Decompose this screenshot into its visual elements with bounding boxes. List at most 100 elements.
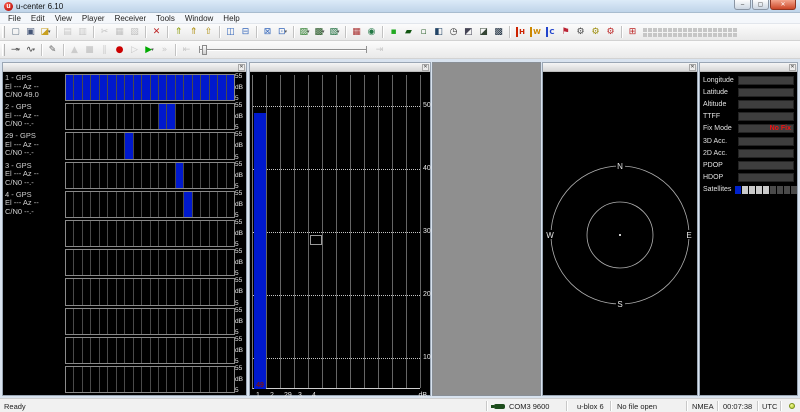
playback-slider-thumb[interactable] <box>202 45 207 55</box>
dropdown-arrow-icon[interactable]: ▾ <box>18 47 21 53</box>
data-field-value <box>738 100 794 109</box>
history-cell <box>74 75 82 100</box>
camera-view-icon[interactable]: ◉ <box>364 25 379 39</box>
open-file-icon[interactable]: ◪▾ <box>38 25 53 39</box>
print-preview-icon[interactable]: ▥ <box>75 25 90 39</box>
dropdown-arrow-icon[interactable]: ▾ <box>285 29 288 35</box>
copy-icon[interactable]: ▦ <box>112 25 127 39</box>
satellite-history-rows: 1 - GPSEl --- Az --C/N0 49.055dB52 - GPS… <box>3 73 246 394</box>
message-status-cell <box>733 28 737 32</box>
fast-forward-icon[interactable]: » <box>157 43 172 57</box>
tile-horizontal-icon[interactable]: ◫ <box>223 25 238 39</box>
map-view-icon[interactable]: ◪ <box>476 25 491 39</box>
print-icon[interactable]: ▤ <box>60 25 75 39</box>
alarm-gear-icon[interactable]: ⚙ <box>603 25 618 39</box>
history-panel-titlebar[interactable]: ✕ <box>3 63 246 72</box>
menu-edit[interactable]: Edit <box>26 14 50 23</box>
menu-tools[interactable]: Tools <box>151 14 180 23</box>
clear-screen-icon[interactable]: ✕ <box>149 25 164 39</box>
playback-slider-track[interactable] <box>199 49 367 50</box>
protocol-baudrate-icon[interactable]: ∿▾ <box>23 43 38 57</box>
window-titlebar[interactable]: u u-center 6.10 – ▢ ✕ <box>0 0 800 13</box>
deviation-map-icon[interactable]: ▩ <box>491 25 506 39</box>
record-database-icon[interactable]: ⇑ <box>171 25 186 39</box>
cn0-history-grid <box>65 74 235 101</box>
toolbar-grip[interactable] <box>2 44 5 56</box>
satellite-label: 4 - GPSEl --- Az --C/N0 --.- <box>3 190 65 219</box>
connect-receiver-icon[interactable]: ⊸▾ <box>8 43 23 57</box>
messages-icon[interactable]: ⊞ <box>625 25 640 39</box>
menu-view[interactable]: View <box>50 14 77 23</box>
configuration-view-icon[interactable]: ◷ <box>446 25 461 39</box>
statistic-view-icon[interactable]: ◩ <box>461 25 476 39</box>
minimize-button[interactable]: – <box>734 0 751 10</box>
dropdown-arrow-icon[interactable]: ▾ <box>48 29 51 35</box>
step-forward-icon[interactable]: ▷ <box>127 43 142 57</box>
skip-to-end-icon[interactable]: ⇥ <box>372 43 387 57</box>
histogram-view-icon[interactable]: ▩▾ <box>312 25 327 39</box>
cn0-bar: 49 <box>254 113 266 389</box>
menu-player[interactable]: Player <box>77 14 110 23</box>
save-file-icon[interactable]: ▣ <box>23 25 38 39</box>
panel-close-icon[interactable]: ✕ <box>689 64 696 71</box>
history-cell <box>151 75 159 100</box>
history-cell <box>227 75 234 100</box>
skip-to-start-icon[interactable]: ⇤ <box>179 43 194 57</box>
panel-close-icon[interactable]: ✕ <box>789 64 796 71</box>
history-cell <box>176 192 184 217</box>
receiver-reset-icon[interactable]: ⚑ <box>558 25 573 39</box>
panel-close-icon[interactable]: ✕ <box>238 64 245 71</box>
packet-console-icon[interactable]: ▪ <box>386 25 401 39</box>
dropdown-arrow-icon[interactable]: ▾ <box>322 29 325 35</box>
dropdown-arrow-icon[interactable]: ▾ <box>337 29 340 35</box>
history-cell <box>193 75 201 100</box>
tile-vertical-icon[interactable]: ⊟ <box>238 25 253 39</box>
menu-receiver[interactable]: Receiver <box>110 14 152 23</box>
playback-slider[interactable] <box>199 44 367 56</box>
import-database-icon[interactable]: ⇑ <box>186 25 201 39</box>
export-database-icon[interactable]: ⇧ <box>201 25 216 39</box>
data-view-row: Fix ModeNo Fix <box>700 123 797 135</box>
config-gear-icon[interactable]: ⚙ <box>588 25 603 39</box>
paste-icon[interactable]: ▧ <box>127 25 142 39</box>
hot-start-icon[interactable]: H <box>513 25 528 39</box>
message-status-cell <box>658 33 662 37</box>
history-cell <box>218 104 226 129</box>
meter-view-icon[interactable]: ▧▾ <box>327 25 342 39</box>
binary-console-icon[interactable]: ▰ <box>401 25 416 39</box>
step-forward-icon: ▷ <box>131 45 138 55</box>
data-panel-titlebar[interactable]: ✕ <box>700 63 797 72</box>
message-status-cell <box>708 28 712 32</box>
new-file-icon[interactable]: ▢ <box>8 25 23 39</box>
chart-view-icon[interactable]: ▨▾ <box>297 25 312 39</box>
menu-help[interactable]: Help <box>218 14 244 23</box>
warm-start-icon[interactable]: W <box>528 25 543 39</box>
arrange-windows-icon[interactable]: ⊡▾ <box>275 25 290 39</box>
menu-window[interactable]: Window <box>180 14 218 23</box>
text-console-icon[interactable]: ▫ <box>416 25 431 39</box>
panel-close-icon[interactable]: ✕ <box>422 64 429 71</box>
eject-icon[interactable]: ▲ <box>67 43 82 57</box>
settings-gear-icon[interactable]: ⚙ <box>573 25 588 39</box>
sky-panel-titlebar[interactable]: ✕ <box>543 63 697 72</box>
pause-icon[interactable]: ‖ <box>97 43 112 57</box>
chart-panel-titlebar[interactable]: ✕ <box>250 63 430 72</box>
menu-file[interactable]: File <box>3 14 26 23</box>
history-cell <box>184 75 192 100</box>
maximize-button[interactable]: ▢ <box>752 0 769 10</box>
play-icon[interactable]: ▶▾ <box>142 43 157 57</box>
toolbar-grip[interactable] <box>2 26 5 38</box>
autobauding-wand-icon[interactable]: ✎ <box>45 43 60 57</box>
cascade-windows-icon[interactable]: ⊠ <box>260 25 275 39</box>
com-port-icon <box>494 404 505 409</box>
dropdown-arrow-icon[interactable]: ▾ <box>307 29 310 35</box>
cut-icon[interactable]: ✂ <box>97 25 112 39</box>
table-view-icon[interactable]: ▦ <box>349 25 364 39</box>
record-icon[interactable]: ● <box>112 43 127 57</box>
close-button[interactable]: ✕ <box>770 0 796 10</box>
message-view-icon[interactable]: ◧ <box>431 25 446 39</box>
stop-icon[interactable]: ■ <box>82 43 97 57</box>
dropdown-arrow-icon[interactable]: ▾ <box>151 47 154 53</box>
cold-start-icon[interactable]: C <box>543 25 558 39</box>
dropdown-arrow-icon[interactable]: ▾ <box>33 47 36 53</box>
